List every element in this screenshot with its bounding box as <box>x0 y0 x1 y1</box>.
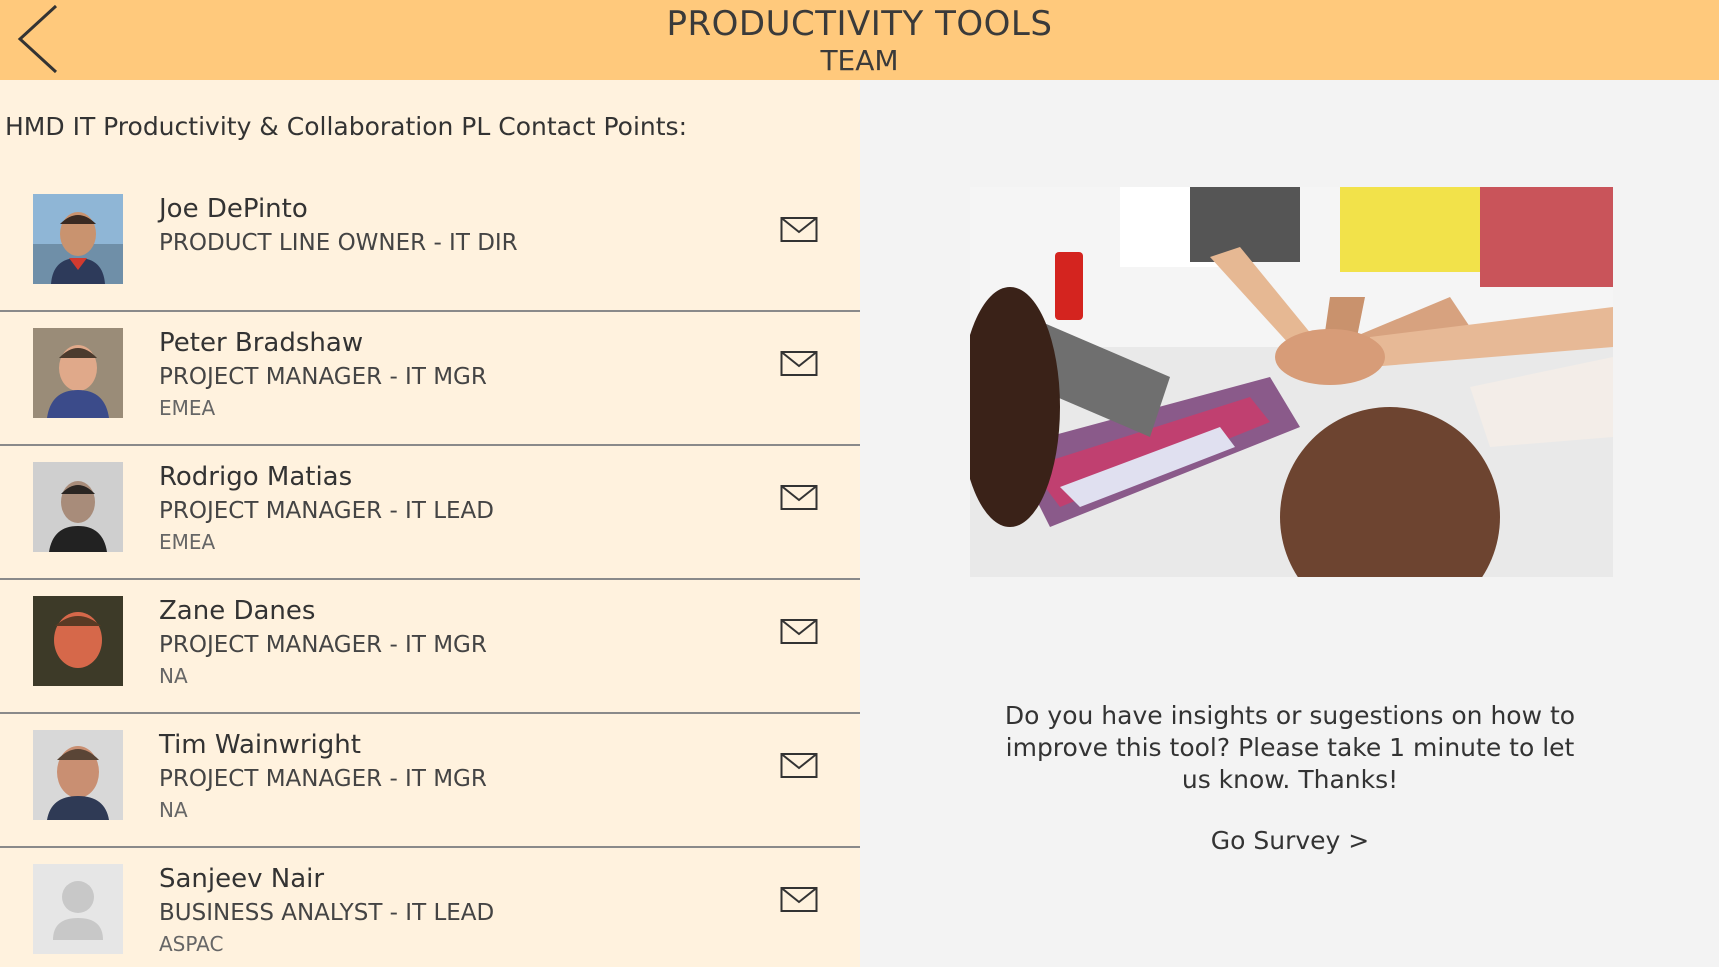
contact-role: BUSINESS ANALYST - IT LEAD <box>159 900 495 926</box>
contact-row: Tim Wainwright PROJECT MANAGER - IT MGR … <box>0 714 860 848</box>
contacts-panel: HMD IT Productivity & Collaboration PL C… <box>0 80 860 967</box>
contact-role: PROJECT MANAGER - IT MGR <box>159 364 487 390</box>
contact-name: Sanjeev Nair <box>159 864 325 894</box>
envelope-icon <box>780 887 818 912</box>
contact-name: Zane Danes <box>159 596 316 626</box>
contact-name: Joe DePinto <box>159 194 308 224</box>
contact-list: Joe DePinto PRODUCT LINE OWNER - IT DIR <box>0 178 860 967</box>
page-subtitle: TEAM <box>820 44 899 77</box>
email-button[interactable] <box>780 884 818 914</box>
envelope-icon <box>780 485 818 510</box>
person-icon <box>33 864 123 954</box>
team-photo <box>970 187 1613 577</box>
contact-region: EMEA <box>159 530 216 554</box>
avatar <box>33 462 123 552</box>
email-button[interactable] <box>780 214 818 244</box>
contact-role: PROJECT MANAGER - IT LEAD <box>159 498 494 524</box>
contact-role: PROJECT MANAGER - IT MGR <box>159 632 487 658</box>
email-button[interactable] <box>780 482 818 512</box>
envelope-icon <box>780 217 818 242</box>
email-button[interactable] <box>780 348 818 378</box>
contact-row: Peter Bradshaw PROJECT MANAGER - IT MGR … <box>0 312 860 446</box>
app-header: PRODUCTIVITY TOOLS TEAM <box>0 0 1719 80</box>
avatar <box>33 194 123 284</box>
survey-panel: Do you have insights or sugestions on ho… <box>860 80 1719 967</box>
survey-prompt: Do you have insights or sugestions on ho… <box>1004 701 1576 794</box>
envelope-icon <box>780 619 818 644</box>
contact-role: PROJECT MANAGER - IT MGR <box>159 766 487 792</box>
go-survey-link[interactable]: Go Survey > <box>1180 826 1400 855</box>
avatar <box>33 864 123 954</box>
contact-region: NA <box>159 798 188 822</box>
contact-name: Tim Wainwright <box>159 730 361 760</box>
contact-region: EMEA <box>159 396 216 420</box>
contact-row: Zane Danes PROJECT MANAGER - IT MGR NA <box>0 580 860 714</box>
avatar <box>33 596 123 686</box>
envelope-icon <box>780 753 818 778</box>
contact-name: Peter Bradshaw <box>159 328 364 358</box>
email-button[interactable] <box>780 750 818 780</box>
email-button[interactable] <box>780 616 818 646</box>
contact-name: Rodrigo Matias <box>159 462 353 492</box>
contact-region: ASPAC <box>159 932 224 956</box>
contact-row: Sanjeev Nair BUSINESS ANALYST - IT LEAD … <box>0 848 860 967</box>
page-title: PRODUCTIVITY TOOLS <box>666 4 1053 44</box>
contact-row: Rodrigo Matias PROJECT MANAGER - IT LEAD… <box>0 446 860 580</box>
section-heading: HMD IT Productivity & Collaboration PL C… <box>5 112 687 141</box>
contact-region: NA <box>159 664 188 688</box>
envelope-icon <box>780 351 818 376</box>
avatar <box>33 730 123 820</box>
avatar <box>33 328 123 418</box>
contact-row: Joe DePinto PRODUCT LINE OWNER - IT DIR <box>0 178 860 312</box>
contact-role: PRODUCT LINE OWNER - IT DIR <box>159 230 518 256</box>
